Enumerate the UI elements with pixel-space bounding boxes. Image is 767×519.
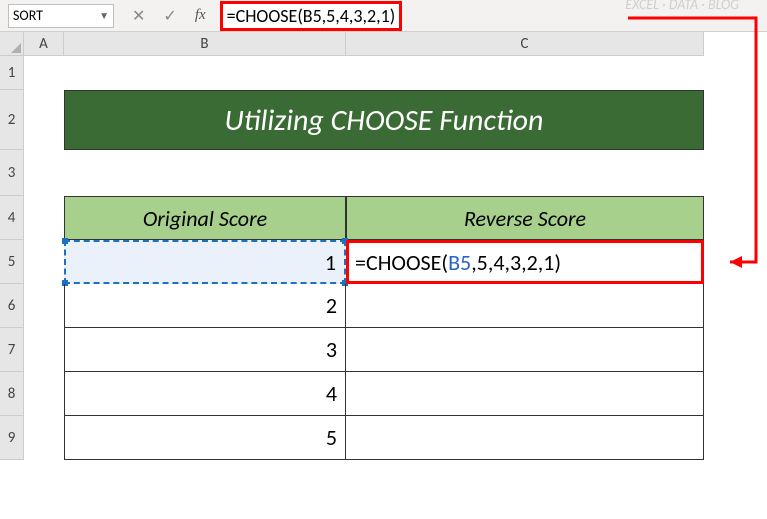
fx-icon[interactable]: fx (195, 7, 206, 24)
row-header-7[interactable]: 7 (0, 328, 24, 372)
header-reverse-score[interactable]: Reverse Score (346, 196, 704, 240)
row-header-1[interactable]: 1 (0, 56, 24, 90)
name-box[interactable]: SORT ▼ (8, 4, 114, 28)
row-header-3[interactable]: 3 (0, 150, 24, 196)
row-header-9[interactable]: 9 (0, 416, 24, 460)
cell-b8[interactable]: 4 (64, 372, 346, 416)
header-original-score[interactable]: Original Score (64, 196, 346, 240)
chevron-down-icon[interactable]: ▼ (99, 9, 109, 22)
cell-c8[interactable] (346, 372, 704, 416)
select-all-corner[interactable] (0, 32, 24, 56)
name-box-value: SORT (13, 7, 43, 24)
col-header-b[interactable]: B (64, 32, 346, 56)
cell-c5[interactable]: =CHOOSE(B5,5,4,3,2,1) (346, 240, 704, 284)
watermark: exceldemy EXCEL · DATA · BLOG (625, 0, 739, 14)
col-header-c[interactable]: C (346, 32, 704, 56)
title-cell[interactable]: Utilizing CHOOSE Function (64, 90, 704, 150)
selection-handle-icon (62, 238, 68, 244)
row-header-5[interactable]: 5 (0, 240, 24, 284)
expand-formula-bar-icon[interactable]: ⌄ (749, 8, 759, 23)
cancel-icon[interactable]: ✕ (132, 6, 145, 26)
cell-b9[interactable]: 5 (64, 416, 346, 460)
cell-b7[interactable]: 3 (64, 328, 346, 372)
cell-c6[interactable] (346, 284, 704, 328)
watermark-tag: EXCEL · DATA · BLOG (625, 0, 739, 14)
cell-b5[interactable]: 1 (64, 240, 346, 284)
cell-c9[interactable] (346, 416, 704, 460)
confirm-icon[interactable]: ✓ (163, 6, 176, 26)
row-header-2[interactable]: 2 (0, 90, 24, 150)
cell-b6[interactable]: 2 (64, 284, 346, 328)
cell-c7[interactable] (346, 328, 704, 372)
row-header-4[interactable]: 4 (0, 196, 24, 240)
row-header-6[interactable]: 6 (0, 284, 24, 328)
formula-text: =CHOOSE(B5,5,4,3,2,1) (220, 1, 403, 31)
cell-c5-formula: =CHOOSE(B5,5,4,3,2,1) (355, 249, 561, 276)
col-header-a[interactable]: A (24, 32, 64, 56)
row-header-8[interactable]: 8 (0, 372, 24, 416)
cell-b5-value: 1 (325, 249, 336, 276)
